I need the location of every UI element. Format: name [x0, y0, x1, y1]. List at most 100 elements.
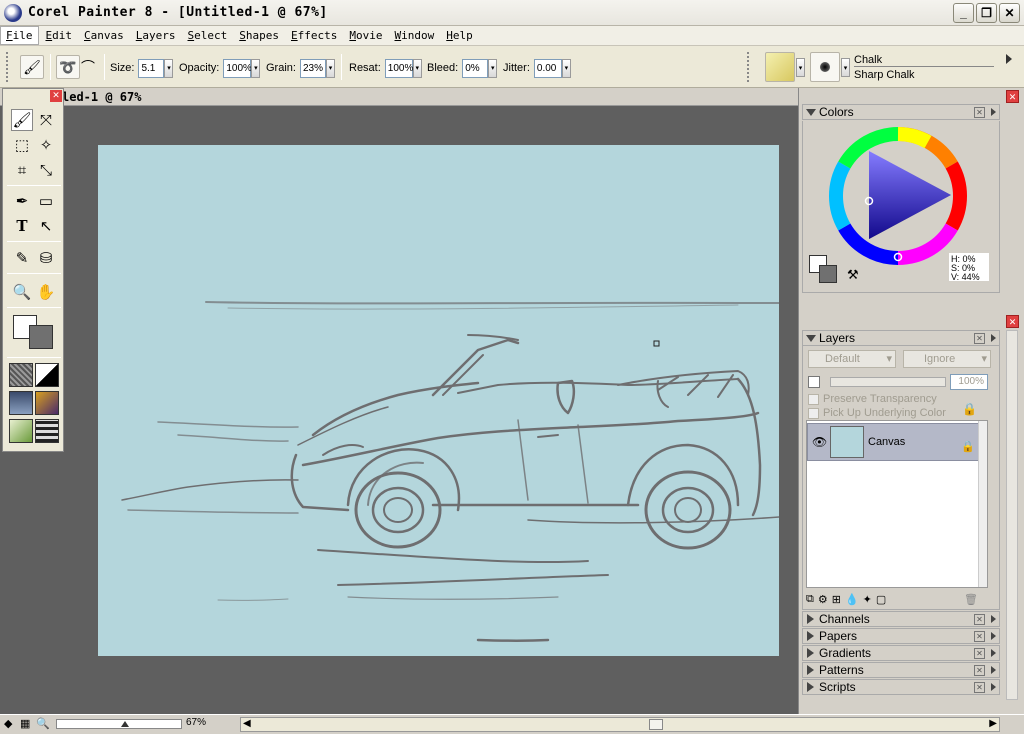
dropper-icon[interactable]: ✎: [11, 247, 33, 269]
patterns-panel-close-icon[interactable]: ✕: [974, 665, 985, 676]
scripts-panel-header[interactable]: Scripts ✕: [802, 679, 1000, 695]
rectangular-selection-icon[interactable]: ⬚: [11, 134, 33, 156]
grain-spinner[interactable]: ▾: [325, 58, 335, 78]
nozzle-selector-icon[interactable]: [9, 419, 33, 443]
magic-wand-icon[interactable]: ✧: [35, 134, 57, 156]
horizontal-scroll-thumb[interactable]: [649, 719, 663, 730]
papers-panel-menu-icon[interactable]: [991, 632, 996, 640]
colors-panel-header[interactable]: Colors ✕: [802, 104, 1000, 120]
layer-opacity-input[interactable]: 100%: [950, 374, 988, 390]
menu-shapes[interactable]: Shapes: [234, 27, 284, 44]
grain-input[interactable]: 23%: [299, 58, 326, 78]
menu-window[interactable]: Window: [390, 27, 440, 44]
layers-palette-close-icon[interactable]: ✕: [1006, 315, 1019, 328]
straight-line-stroke-icon[interactable]: ⌒: [76, 55, 100, 79]
crop-icon[interactable]: ⌗: [11, 159, 33, 181]
menu-movie[interactable]: Movie: [344, 27, 387, 44]
papers-panel-close-icon[interactable]: ✕: [974, 631, 985, 642]
drawing-canvas[interactable]: [98, 145, 779, 656]
brush-variant-dropdown[interactable]: ▾: [841, 58, 850, 77]
menu-layers[interactable]: Layers: [131, 27, 181, 44]
layer-lock-icon[interactable]: 🔒: [961, 440, 975, 453]
colors-panel-menu-icon[interactable]: [991, 108, 996, 116]
opacity-input[interactable]: 100%: [223, 58, 252, 78]
gradients-panel-header[interactable]: Gradients ✕: [802, 645, 1000, 661]
text-tool-icon[interactable]: T: [11, 215, 33, 237]
drawing-mode-icon[interactable]: ◆: [4, 717, 12, 730]
grabber-hand-icon[interactable]: ✋: [35, 281, 57, 303]
menu-edit[interactable]: Edit: [41, 27, 78, 44]
collapse-triangle-icon[interactable]: [806, 334, 816, 342]
scroll-right-arrow-icon[interactable]: ▶: [989, 718, 997, 729]
brush-selector-grip[interactable]: [747, 52, 751, 82]
menu-help[interactable]: Help: [441, 27, 478, 44]
gradient-selector-icon[interactable]: [35, 363, 59, 387]
resat-spinner[interactable]: ▾: [412, 58, 422, 78]
magnifier-icon[interactable]: 🔍: [11, 281, 33, 303]
size-input[interactable]: 5.1: [138, 58, 165, 78]
look-selector-icon[interactable]: [35, 419, 59, 443]
patterns-panel-header[interactable]: Patterns ✕: [802, 662, 1000, 678]
brush-tool-icon[interactable]: 🖌: [11, 109, 33, 131]
pen-tool-icon[interactable]: ✒: [11, 190, 33, 212]
dynamic-plugins-icon[interactable]: ⚙: [818, 593, 828, 606]
additional-color-swatch[interactable]: [29, 325, 53, 349]
jitter-spinner[interactable]: ▾: [561, 58, 571, 78]
channels-panel-menu-icon[interactable]: [991, 615, 996, 623]
layer-row[interactable]: 👁 Canvas 🔒: [807, 423, 979, 461]
paint-bucket-icon[interactable]: ⛁: [35, 247, 57, 269]
lock-layer-icon[interactable]: 🔒: [962, 402, 977, 416]
channels-panel-close-icon[interactable]: ✕: [974, 614, 985, 625]
scroll-left-arrow-icon[interactable]: ◀: [243, 718, 251, 729]
layer-commands-icon[interactable]: ⧉: [806, 593, 814, 606]
new-layer-group-icon[interactable]: ▢: [876, 593, 886, 606]
expand-triangle-icon[interactable]: [807, 682, 814, 692]
expand-triangle-icon[interactable]: [807, 631, 814, 641]
new-layer-icon[interactable]: ⊞: [832, 593, 841, 606]
horizontal-scrollbar[interactable]: ◀ ▶: [240, 717, 1000, 732]
bleed-input[interactable]: 0%: [462, 58, 489, 78]
opacity-spinner[interactable]: ▾: [251, 58, 261, 78]
palette-dock-scrollbar[interactable]: [1006, 330, 1018, 700]
clone-color-stamp-icon[interactable]: ⚒: [847, 267, 859, 283]
bleed-spinner[interactable]: ▾: [488, 58, 498, 78]
menu-canvas[interactable]: Canvas: [79, 27, 129, 44]
delete-layer-icon[interactable]: 🗑: [964, 593, 978, 606]
scripts-panel-menu-icon[interactable]: [991, 683, 996, 691]
resat-input[interactable]: 100%: [384, 58, 413, 78]
layers-panel-header[interactable]: Layers ✕: [802, 330, 1000, 346]
pattern-selector-icon[interactable]: [9, 391, 33, 415]
selection-adjuster-icon[interactable]: ⤡: [35, 159, 57, 181]
zoom-slider-thumb[interactable]: [121, 721, 129, 727]
shape-selection-icon[interactable]: ↖: [35, 215, 57, 237]
rectangle-shape-icon[interactable]: ▭: [35, 190, 57, 212]
minimize-button[interactable]: _: [953, 3, 974, 23]
scripts-panel-close-icon[interactable]: ✕: [974, 682, 985, 693]
create-layer-mask-icon[interactable]: 💧: [845, 593, 859, 606]
expand-triangle-icon[interactable]: [807, 614, 814, 624]
brush-tool-icon[interactable]: 🖌: [20, 55, 44, 79]
close-button[interactable]: ✕: [999, 3, 1020, 23]
size-spinner[interactable]: ▾: [164, 58, 174, 78]
visibility-eye-icon[interactable]: 👁: [812, 435, 827, 449]
layer-opacity-slider[interactable]: [830, 377, 946, 387]
preserve-transparency-checkbox[interactable]: [808, 394, 819, 405]
layer-effects-icon[interactable]: ✦: [863, 593, 872, 606]
menu-select[interactable]: Select: [183, 27, 233, 44]
toolbar-grip[interactable]: [6, 52, 10, 82]
composite-method-dropdown[interactable]: Default ▾: [808, 350, 896, 368]
brush-variant-icon[interactable]: [810, 52, 840, 82]
channels-panel-header[interactable]: Channels ✕: [802, 611, 1000, 627]
gradients-panel-menu-icon[interactable]: [991, 649, 996, 657]
zoom-magnifier-icon[interactable]: 🔍: [36, 717, 50, 730]
brush-category-dropdown[interactable]: ▾: [796, 58, 805, 77]
zoom-slider[interactable]: [56, 719, 182, 729]
papers-panel-header[interactable]: Papers ✕: [802, 628, 1000, 644]
layer-adjuster-icon[interactable]: ⤧: [35, 109, 57, 131]
gradients-panel-close-icon[interactable]: ✕: [974, 648, 985, 659]
layers-panel-close-icon[interactable]: ✕: [974, 333, 985, 344]
expand-triangle-icon[interactable]: [807, 665, 814, 675]
paper-selector-icon[interactable]: [9, 363, 33, 387]
patterns-panel-menu-icon[interactable]: [991, 666, 996, 674]
colors-panel-close-icon[interactable]: ✕: [974, 107, 985, 118]
